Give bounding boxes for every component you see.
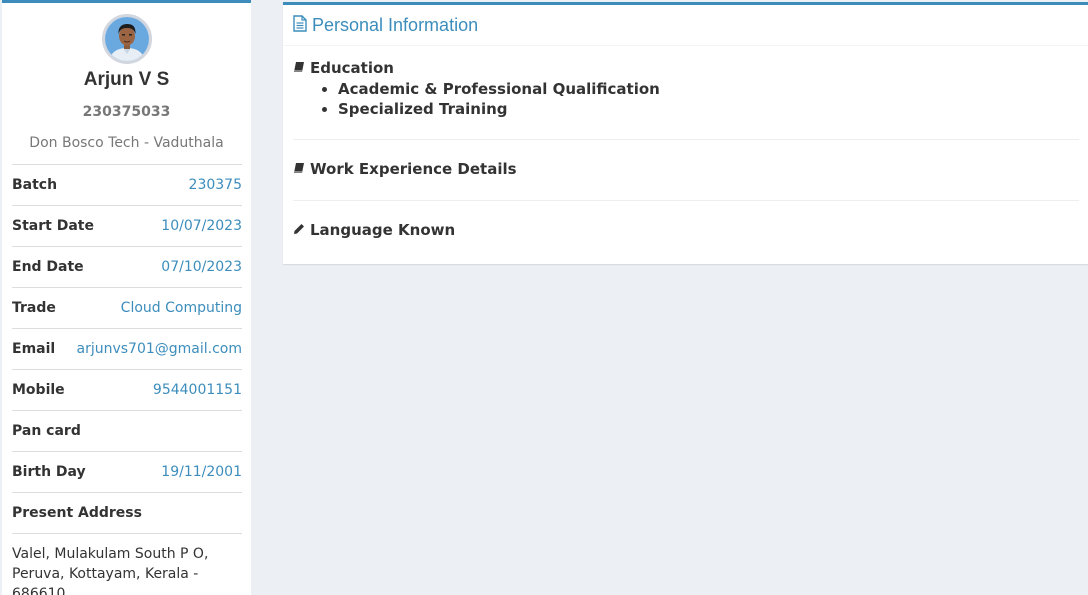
present-address-text: Valel, Mulakulam South P O, Peruva, Kott… (12, 533, 242, 595)
detail-row-trade: Trade Cloud Computing (12, 287, 242, 328)
detail-value: 230375 (188, 177, 242, 193)
work-experience-heading[interactable]: Work Experience Details (293, 160, 1079, 178)
book-icon (293, 160, 305, 178)
detail-label: Email (12, 341, 56, 357)
section-divider (293, 200, 1079, 201)
detail-value: 19/11/2001 (161, 464, 242, 480)
detail-label: Present Address (12, 505, 142, 521)
avatar (102, 14, 152, 64)
page-root: Arjun V S 230375033 Don Bosco Tech - Vad… (0, 0, 1088, 595)
pencil-icon (293, 221, 305, 239)
detail-value: Cloud Computing (120, 300, 242, 316)
profile-name: Arjun V S (83, 69, 170, 90)
work-experience-section: Work Experience Details (293, 160, 1079, 178)
section-divider (293, 139, 1079, 140)
detail-row-birth-day: Birth Day 19/11/2001 (12, 451, 242, 492)
detail-label: Mobile (12, 382, 65, 398)
work-experience-title: Work Experience Details (310, 160, 517, 178)
personal-information-panel: Personal Information Education Academic … (283, 2, 1088, 264)
detail-row-present-address: Present Address (12, 492, 242, 533)
detail-label: Batch (12, 177, 58, 193)
language-heading[interactable]: Language Known (293, 221, 1079, 239)
list-item[interactable]: Academic & Professional Qualification (338, 79, 1079, 99)
profile-details-list: Batch 230375 Start Date 10/07/2023 End D… (12, 164, 242, 533)
detail-row-pan-card: Pan card (12, 410, 242, 451)
profile-card: Arjun V S 230375033 Don Bosco Tech - Vad… (2, 0, 251, 595)
education-title: Education (310, 59, 394, 77)
education-list: Academic & Professional Qualification Sp… (293, 79, 1079, 119)
panel-title: Personal Information (312, 14, 479, 35)
email-link[interactable]: arjunvs701@gmail.com (76, 341, 242, 357)
education-section: Education Academic & Professional Qualif… (293, 59, 1079, 119)
language-title: Language Known (310, 221, 456, 239)
detail-row-start-date: Start Date 10/07/2023 (12, 205, 242, 246)
detail-row-end-date: End Date 07/10/2023 (12, 246, 242, 287)
detail-label: End Date (12, 259, 84, 275)
detail-label: Trade (12, 300, 56, 316)
detail-label: Birth Day (12, 464, 86, 480)
language-section: Language Known (293, 221, 1079, 239)
detail-value: 9544001151 (152, 382, 242, 398)
detail-value: 10/07/2023 (161, 218, 242, 234)
user-photo-avatar-icon (105, 17, 149, 61)
list-item[interactable]: Specialized Training (338, 99, 1079, 119)
education-heading[interactable]: Education (293, 59, 1079, 77)
panel-header: Personal Information (283, 5, 1088, 46)
detail-row-batch: Batch 230375 (12, 164, 242, 205)
detail-label: Start Date (12, 218, 94, 234)
profile-organization: Don Bosco Tech - Vaduthala (29, 135, 224, 151)
profile-id: 230375033 (82, 104, 171, 120)
detail-row-email: Email arjunvs701@gmail.com (12, 328, 242, 369)
detail-row-mobile: Mobile 9544001151 (12, 369, 242, 410)
book-icon (293, 59, 305, 77)
detail-value: 07/10/2023 (161, 259, 242, 275)
detail-label: Pan card (12, 423, 81, 439)
document-icon (293, 14, 307, 36)
